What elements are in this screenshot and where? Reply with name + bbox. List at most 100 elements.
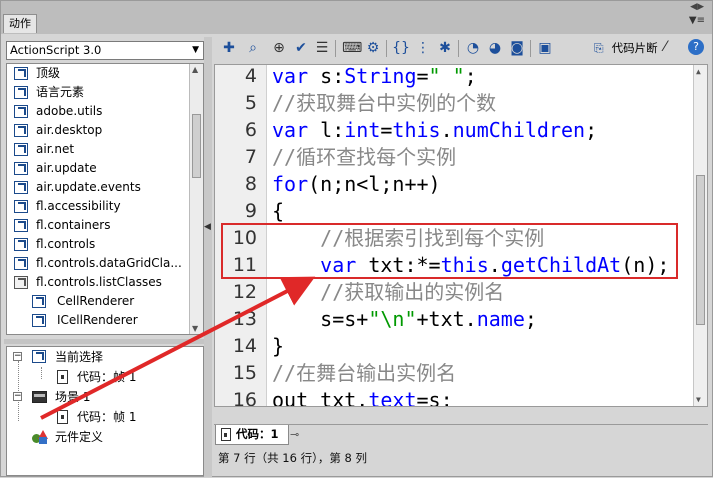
toolbox-collapse-bar[interactable]: ◀ <box>204 37 212 477</box>
collapse-braces-icon[interactable]: {} <box>392 39 410 57</box>
nav-item-scene[interactable]: − 场景 1 <box>7 387 203 407</box>
code-line[interactable]: 14} <box>215 333 695 360</box>
line-number: 4 <box>244 65 257 87</box>
tree-item[interactable]: CellRenderer <box>7 292 203 311</box>
code-token: ; <box>585 118 598 142</box>
tree-item[interactable]: fl.containers <box>7 216 203 235</box>
editor-scrollbar[interactable]: ▲ ▼ <box>693 65 707 406</box>
toolbox-scrollbar[interactable]: ▲ ▼ <box>189 64 203 334</box>
collapse-arrow-icon[interactable]: ◀ <box>204 222 211 232</box>
collapse-icon[interactable]: − <box>13 352 22 361</box>
book-icon <box>14 143 28 156</box>
code-token: var <box>272 64 309 88</box>
class-icon <box>32 295 46 308</box>
apply-line-comment-icon[interactable]: ◕ <box>486 39 504 57</box>
code-line[interactable]: 13 s=s+"\n"+txt.name; <box>215 306 695 333</box>
code-line[interactable]: 12 //获取输出的实例名 <box>215 279 695 306</box>
code-token: ; <box>464 64 477 88</box>
tree-item[interactable]: fl.accessibility <box>7 197 203 216</box>
language-dropdown[interactable]: ActionScript 3.0 ▼ <box>6 41 204 60</box>
tree-item[interactable]: fl.controls.dataGridCla... <box>7 254 203 273</box>
code-token: //在舞台输出实例名 <box>272 361 457 385</box>
code-text: for(n;n<l;n++) <box>272 171 441 198</box>
code-line[interactable]: 16 out txt.text=s; <box>215 387 695 407</box>
scroll-thumb[interactable] <box>696 175 705 325</box>
apply-block-comment-icon[interactable]: ◔ <box>464 39 482 57</box>
nav-item-symbols[interactable]: 元件定义 <box>7 427 203 447</box>
scroll-down-icon[interactable]: ▼ <box>696 395 701 404</box>
tree-item-label: air.update.events <box>36 180 141 194</box>
tree-item[interactable]: ICellRenderer <box>7 311 203 330</box>
add-statement-icon[interactable]: ✚ <box>220 39 238 57</box>
scroll-thumb[interactable] <box>192 114 201 178</box>
line-number: 16 <box>232 389 257 407</box>
code-token: out txt. <box>272 388 369 407</box>
code-text: out txt.text=s; <box>272 387 453 407</box>
tree-item[interactable]: air.update.events <box>7 178 203 197</box>
code-text: //获取舞台中实例的个数 <box>272 90 496 117</box>
code-line[interactable]: 9{ <box>215 198 695 225</box>
code-editor[interactable]: 4 var s:String=" "; 5//获取舞台中实例的个数 6 var l:in… <box>214 64 708 407</box>
nav-item-code-frame[interactable]: 代码：帧 1 <box>7 367 203 387</box>
tree-item-label: 语言元素 <box>36 85 85 99</box>
tree-item[interactable]: fl.controls.listClasses <box>7 273 203 292</box>
scroll-up-icon[interactable]: ▲ <box>192 65 198 74</box>
book-icon <box>14 219 28 232</box>
code-line[interactable]: 5 //获取舞台中实例的个数 <box>215 90 695 117</box>
nav-item-current-selection[interactable]: − 当前选择 <box>7 347 203 367</box>
code-snippets-button[interactable]: ⎘ 代码片断 <box>594 39 658 57</box>
book-icon <box>14 67 28 80</box>
expand-all-icon[interactable]: ✱ <box>436 39 454 57</box>
code-token: //循环查找每个实例 <box>272 145 457 169</box>
book-icon <box>14 86 28 99</box>
show-code-hint-icon[interactable]: ⌨ <box>342 39 362 57</box>
code-line[interactable]: 7 //循环查找每个实例 <box>215 144 695 171</box>
double-arrow-icon[interactable]: ◀▶ <box>690 2 704 12</box>
collapse-icon[interactable]: − <box>13 392 22 401</box>
tree-item[interactable]: 语言元素 <box>7 83 203 102</box>
line-number: 6 <box>244 119 257 141</box>
code-token: String <box>344 64 417 88</box>
pin-script-icon[interactable]: ⊸ <box>290 428 299 441</box>
show-hide-toolbox-icon[interactable]: ▣ <box>536 39 554 57</box>
line-number: 13 <box>232 308 257 330</box>
code-token: s: <box>308 64 345 88</box>
debug-options-icon[interactable]: ⚙ <box>364 39 382 57</box>
line-number: 9 <box>244 200 257 222</box>
tab-code-1[interactable]: 代码：1 <box>215 425 289 445</box>
tree-item-label: air.update <box>36 161 97 175</box>
wand-icon[interactable]: ⁄ <box>664 39 666 55</box>
toolbar-divider <box>386 40 387 57</box>
code-line[interactable]: 4 var s:String=" "; <box>215 64 695 90</box>
tree-item[interactable]: 顶级 <box>7 64 203 83</box>
tree-item-label: fl.controls <box>36 237 96 251</box>
target-path-icon[interactable]: ⊕ <box>270 39 288 57</box>
code-token: ; <box>524 307 537 331</box>
panel-tab-actions[interactable]: 动作 <box>3 14 37 33</box>
status-bar: 第 7 行（共 16 行），第 8 列 <box>218 451 367 465</box>
scroll-down-icon[interactable]: ▼ <box>192 324 198 333</box>
check-syntax-icon[interactable]: ✔ <box>292 39 310 57</box>
nav-item-code-frame[interactable]: 代码：帧 1 <box>7 407 203 427</box>
book-icon <box>14 200 28 213</box>
code-line[interactable]: 6 var l:int=this.numChildren; <box>215 117 695 144</box>
scroll-up-icon[interactable]: ▲ <box>696 67 701 76</box>
panel-menu-icon[interactable]: ▼≡ <box>689 15 705 26</box>
code-line[interactable]: 8 for(n;n<l;n++) <box>215 171 695 198</box>
tree-item[interactable]: adobe.utils <box>7 102 203 121</box>
auto-format-icon[interactable]: ☰ <box>313 39 331 57</box>
find-icon[interactable]: ⌕ <box>244 39 262 57</box>
code-line[interactable]: 15 //在舞台输出实例名 <box>215 360 695 387</box>
chevron-down-icon[interactable]: ▼ <box>192 42 199 59</box>
tree-item[interactable]: air.update <box>7 159 203 178</box>
tree-item[interactable]: air.desktop <box>7 121 203 140</box>
remove-comment-icon[interactable]: ◙ <box>508 39 526 57</box>
panel-splitter[interactable] <box>4 339 204 344</box>
code-snippets-label: 代码片断 <box>611 41 658 55</box>
tree-item[interactable]: fl.controls <box>7 235 203 254</box>
help-icon[interactable]: ? <box>688 39 704 55</box>
tree-item[interactable]: air.net <box>7 140 203 159</box>
line-number: 5 <box>244 92 257 114</box>
tree-item-label: fl.containers <box>36 218 111 232</box>
collapse-selection-icon[interactable]: ⋮ <box>414 39 432 57</box>
